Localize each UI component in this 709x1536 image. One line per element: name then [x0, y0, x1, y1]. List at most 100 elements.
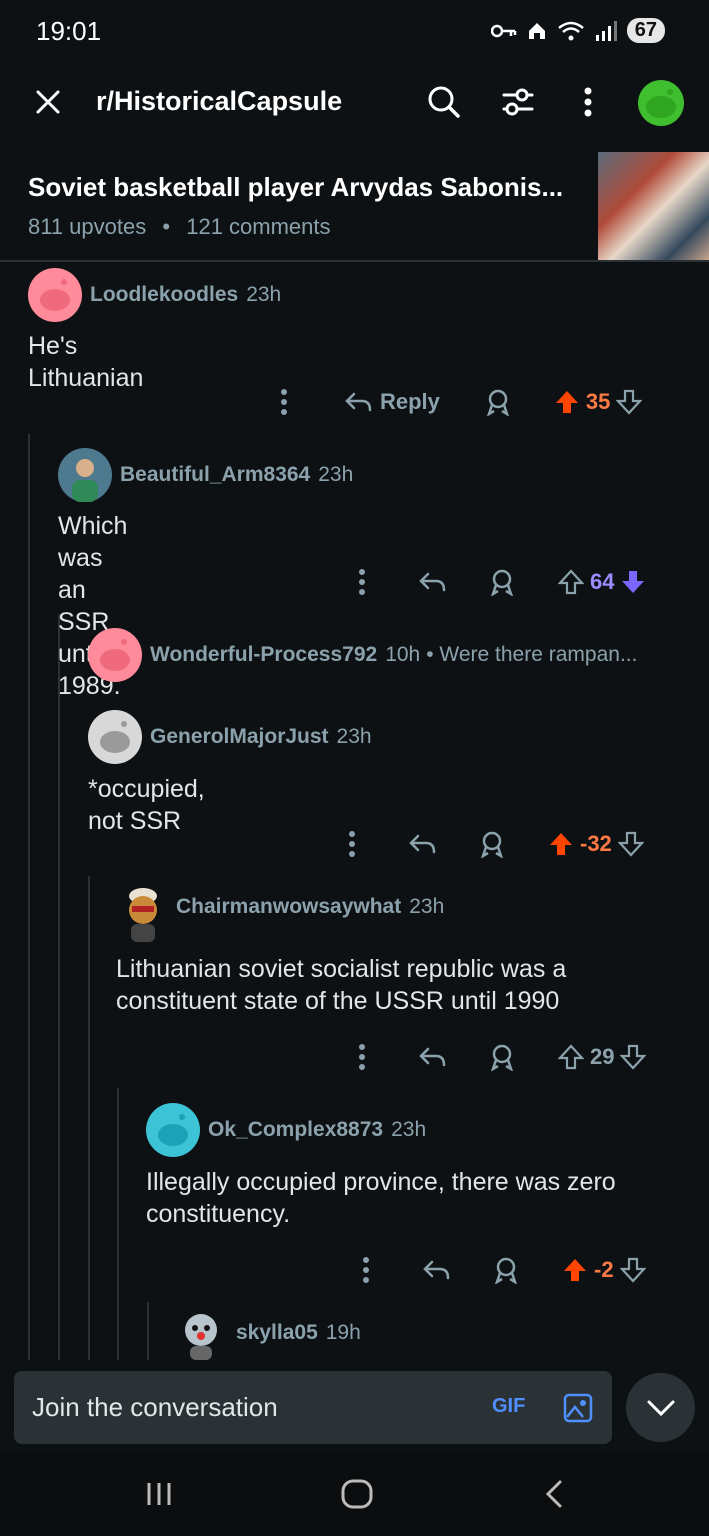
- more-vertical-icon[interactable]: [348, 831, 356, 857]
- post-upvotes: 811 upvotes: [28, 214, 147, 239]
- award-icon[interactable]: [488, 1043, 516, 1071]
- snoo-avatar-icon: [158, 1114, 188, 1146]
- gif-button[interactable]: GIF: [492, 1395, 525, 1418]
- comment-author[interactable]: GenerolMajorJust: [150, 725, 329, 749]
- comment-body: Lithuanian soviet socialist republic was…: [116, 955, 567, 1015]
- comment-preview: • Were there rampan...: [426, 643, 638, 666]
- thread-line[interactable]: [117, 1088, 119, 1360]
- wifi-icon: [557, 21, 584, 40]
- vote-count: 35: [585, 389, 611, 414]
- avatar[interactable]: [88, 628, 142, 682]
- comment-author[interactable]: Wonderful-Process792: [150, 643, 377, 667]
- snoo-avatar-icon: [40, 279, 70, 311]
- more-options-button[interactable]: [568, 82, 608, 122]
- search-icon: [428, 86, 460, 118]
- custom-avatar-icon: [185, 1314, 217, 1360]
- comment-author[interactable]: Ok_Complex8873: [208, 1118, 383, 1142]
- signal-icon: [595, 20, 617, 41]
- thread-line[interactable]: [88, 876, 90, 1360]
- thread-line[interactable]: [58, 614, 60, 1360]
- award-icon[interactable]: [488, 568, 516, 596]
- more-vertical-icon[interactable]: [358, 569, 366, 595]
- comment-author[interactable]: skylla05: [236, 1321, 318, 1345]
- vote-count: -32: [580, 831, 612, 856]
- post-comment-count: 121 comments: [186, 214, 331, 239]
- award-icon[interactable]: [484, 388, 512, 416]
- comment-time: 10h: [385, 643, 421, 666]
- avatar[interactable]: [174, 1306, 228, 1360]
- avatar[interactable]: [28, 268, 82, 322]
- vote-count: -2: [594, 1257, 614, 1282]
- close-button[interactable]: [28, 82, 68, 122]
- recent-apps-icon[interactable]: [145, 1481, 173, 1507]
- more-vertical-icon: [584, 87, 592, 117]
- thread-line[interactable]: [147, 1302, 149, 1360]
- reply-label: Reply: [380, 389, 440, 414]
- battery-indicator: 67: [626, 18, 665, 43]
- status-bar: 19:01 67: [0, 0, 709, 66]
- comment-time: 19h: [325, 1321, 361, 1344]
- avatar[interactable]: [58, 448, 112, 502]
- back-icon[interactable]: [544, 1479, 564, 1509]
- search-button[interactable]: [424, 82, 464, 122]
- downvote-icon[interactable]: [619, 1257, 646, 1283]
- award-icon[interactable]: [478, 830, 506, 858]
- more-vertical-icon[interactable]: [362, 1257, 370, 1283]
- reply-icon[interactable]: [418, 1045, 446, 1069]
- post-header[interactable]: Soviet basketball player Arvydas Sabonis…: [0, 150, 709, 262]
- comment-body: *occupied, not SSR: [88, 775, 205, 835]
- chevron-down-icon: [647, 1400, 674, 1416]
- comment-composer[interactable]: Join the conversation GIF: [14, 1371, 612, 1444]
- collapse-button[interactable]: [626, 1373, 695, 1442]
- downvote-icon[interactable]: [617, 831, 644, 857]
- home-button-icon[interactable]: [340, 1478, 374, 1510]
- avatar[interactable]: [88, 710, 142, 764]
- composer-input[interactable]: Join the conversation: [32, 1392, 278, 1423]
- reply-icon[interactable]: [418, 570, 446, 594]
- upvote-icon[interactable]: [554, 389, 580, 415]
- comment-body: He's Lithuanian: [28, 332, 144, 392]
- downvote-icon[interactable]: [620, 569, 646, 595]
- image-upload-button[interactable]: [563, 1393, 593, 1428]
- status-icons: 67: [490, 18, 665, 43]
- home-icon: [528, 22, 545, 39]
- meta-separator: •: [162, 214, 171, 239]
- post-thumbnail[interactable]: [598, 152, 709, 260]
- upvote-icon[interactable]: [548, 831, 574, 857]
- award-icon[interactable]: [492, 1256, 520, 1284]
- avatar[interactable]: [114, 880, 168, 942]
- upvote-icon[interactable]: [562, 1257, 588, 1283]
- comment-time: 23h: [391, 1118, 427, 1141]
- more-vertical-icon[interactable]: [280, 389, 288, 415]
- user-avatar[interactable]: [638, 80, 684, 126]
- thread-line[interactable]: [28, 434, 30, 1360]
- comment-author[interactable]: Loodlekoodles: [90, 283, 238, 307]
- vote-count: 29: [590, 1044, 615, 1069]
- vpn-key-icon: [490, 24, 516, 37]
- comment-author[interactable]: Chairmanwowsaywhat: [176, 895, 401, 919]
- comment-body: Illegally occupied province, there was z…: [146, 1168, 616, 1228]
- custom-avatar-icon: [129, 888, 157, 942]
- downvote-icon[interactable]: [616, 389, 643, 415]
- reply-icon[interactable]: [422, 1258, 450, 1282]
- filter-sliders-icon: [502, 88, 534, 116]
- reply-button[interactable]: Reply: [344, 389, 440, 415]
- snoo-avatar-icon: [646, 89, 676, 118]
- subreddit-title[interactable]: r/HistoricalCapsule: [96, 86, 342, 117]
- vote-count: 64: [590, 569, 615, 594]
- post-title[interactable]: Soviet basketball player Arvydas Sabonis…: [28, 172, 588, 203]
- image-icon: [563, 1393, 593, 1423]
- profile-photo-icon: [72, 459, 98, 502]
- downvote-icon[interactable]: [620, 1044, 647, 1070]
- more-vertical-icon[interactable]: [358, 1044, 366, 1070]
- upvote-icon[interactable]: [558, 1044, 584, 1070]
- avatar[interactable]: [146, 1103, 200, 1157]
- post-meta: 811 upvotes • 121 comments: [28, 214, 331, 240]
- status-time: 19:01: [36, 16, 102, 46]
- upvote-icon[interactable]: [558, 569, 584, 595]
- system-nav-bar: [0, 1453, 709, 1536]
- comment-author[interactable]: Beautiful_Arm8364: [120, 463, 310, 487]
- comment-time: 23h: [318, 463, 354, 486]
- reply-icon[interactable]: [408, 832, 436, 856]
- sort-filter-button[interactable]: [498, 82, 538, 122]
